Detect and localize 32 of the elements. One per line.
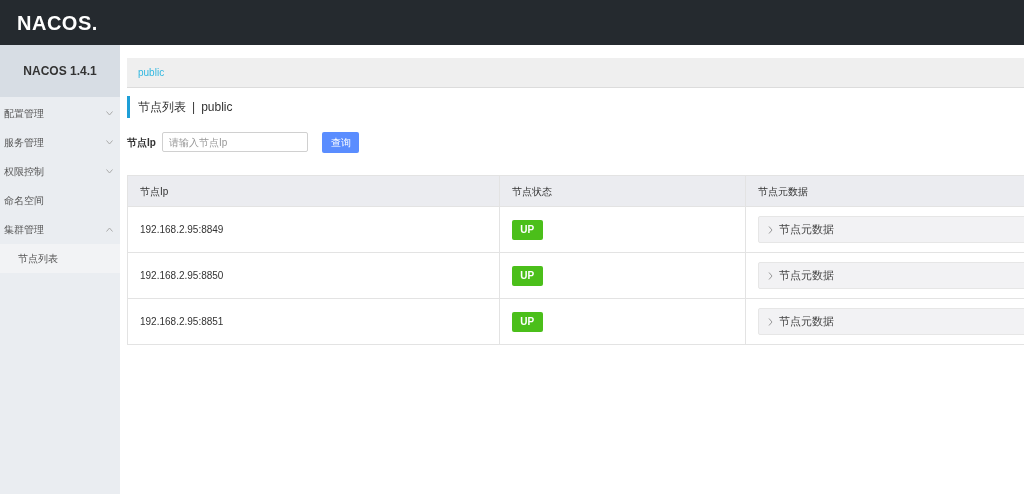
namespace-name: public: [201, 99, 233, 116]
column-header: 节点元数据: [758, 185, 809, 197]
logo: NACOS.: [17, 10, 98, 36]
chevron-icon: [768, 317, 774, 326]
sidebar-title: NACOS 1.4.1: [23, 63, 97, 80]
status-badge: UP: [511, 265, 543, 286]
chevron-icon: [768, 225, 774, 234]
menu-item[interactable]: 权限控制: [0, 157, 120, 186]
table-cell: 192.168.2.95:8850: [140, 270, 224, 281]
submenu-item[interactable]: 节点列表: [0, 244, 120, 273]
menu-item[interactable]: 命名空间: [0, 186, 120, 215]
menu-item[interactable]: 配置管理: [0, 99, 120, 128]
status-badge: UP: [511, 311, 543, 332]
title-separator: |: [192, 99, 196, 116]
metadata-toggle[interactable]: 节点元数据: [758, 216, 1024, 243]
chevron-icon: [106, 227, 113, 232]
page-title: 节点列表: [138, 99, 186, 116]
column-header: 节点状态: [511, 185, 552, 197]
chevron-icon: [106, 111, 113, 116]
chevron-icon: [768, 271, 774, 280]
menu-item[interactable]: 集群管理: [0, 215, 120, 244]
column-header: 节点Ip: [140, 185, 169, 197]
table-cell: 192.168.2.95:8849: [140, 224, 224, 235]
chevron-icon: [106, 169, 113, 174]
status-badge: UP: [511, 219, 543, 240]
input-field[interactable]: 请输入节点Ip: [162, 132, 308, 152]
metadata-toggle[interactable]: 节点元数据: [758, 308, 1024, 335]
metadata-toggle[interactable]: 节点元数据: [758, 262, 1024, 289]
table-cell: 192.168.2.95:8851: [140, 316, 224, 327]
field-label: 节点Ip: [127, 135, 157, 150]
menu-item[interactable]: 服务管理: [0, 128, 120, 157]
chevron-icon: [106, 140, 113, 145]
